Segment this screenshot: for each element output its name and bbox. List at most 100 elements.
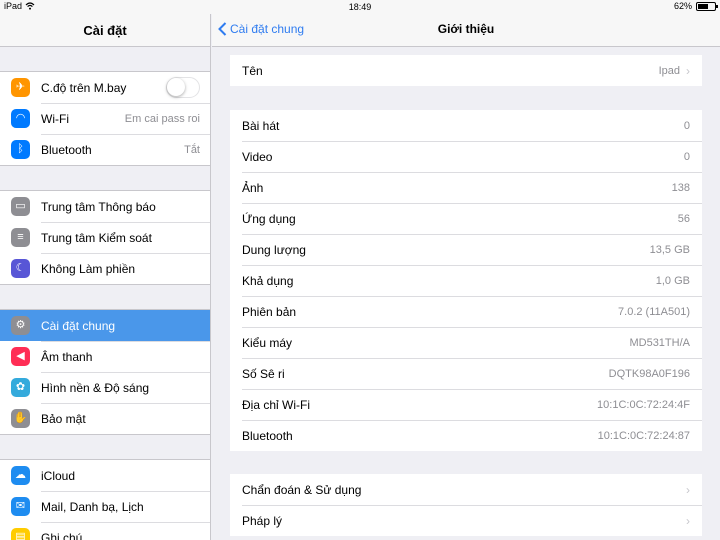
- page-title: Giới thiệu: [437, 22, 495, 36]
- sidebar-item-label: Wi-Fi: [41, 111, 69, 126]
- info-row: Dung lượng 13,5 GB: [230, 234, 702, 265]
- info-row: Ảnh 138: [230, 172, 702, 203]
- info-group: Bài hát 0 Video 0 Ảnh 138 Ứng dụng 56 Dung lượng…: [230, 110, 702, 451]
- sidebar-item-label: Hình nền & Độ sáng: [41, 380, 150, 395]
- sidebar-item[interactable]: ᛒ Bluetooth Tắt: [0, 134, 210, 165]
- info-label: Bluetooth: [242, 428, 293, 443]
- sidebar-item[interactable]: ✋ Bảo mật: [0, 403, 210, 434]
- sidebar-item[interactable]: ⚙ Cài đặt chung: [0, 310, 210, 341]
- info-row: Video 0: [230, 141, 702, 172]
- bluetooth-icon: ᛒ: [11, 140, 30, 159]
- name-group: Tên Ipad ›: [230, 55, 702, 86]
- link-label: Chẩn đoán & Sử dụng: [242, 482, 362, 497]
- sidebar-item[interactable]: ◀ Âm thanh: [0, 341, 210, 372]
- status-bar: iPad 18:49 62%: [0, 0, 720, 14]
- link-row[interactable]: Chẩn đoán & Sử dụng ›: [230, 474, 702, 505]
- sidebar-item-label: iCloud: [41, 468, 76, 483]
- info-label: Khả dụng: [242, 273, 294, 288]
- sidebar-item-label: Trung tâm Thông báo: [41, 199, 156, 214]
- chevron-right-icon: ›: [686, 513, 690, 528]
- info-value: MD531TH/A: [629, 336, 690, 349]
- sidebar-group: ☁ iCloud ✉ Mail, Danh bạ, Lịch ▤ Ghi chú: [0, 459, 210, 540]
- status-time: 18:49: [348, 2, 372, 12]
- info-value: 10:1C:0C:72:24:4F: [597, 398, 690, 411]
- info-row: Địa chỉ Wi-Fi 10:1C:0C:72:24:4F: [230, 389, 702, 420]
- info-row: Bài hát 0: [230, 110, 702, 141]
- notes-icon: ▤: [11, 528, 30, 540]
- sidebar-item[interactable]: ✉ Mail, Danh bạ, Lịch: [0, 491, 210, 522]
- battery-icon: [696, 1, 718, 11]
- nav-bar: Cài đặt chung Giới thiệu: [212, 14, 720, 47]
- sidebar-group: ⚙ Cài đặt chung ◀ Âm thanh ✿ Hình nền & Độ sá…: [0, 309, 210, 435]
- info-label: Kiểu máy: [242, 335, 293, 350]
- chevron-right-icon: ›: [686, 63, 690, 78]
- sidebar-item-label: Bluetooth: [41, 142, 92, 157]
- info-row: Bluetooth 10:1C:0C:72:24:87: [230, 420, 702, 451]
- info-value: 10:1C:0C:72:24:87: [597, 429, 690, 442]
- gear-icon: ⚙: [11, 316, 30, 335]
- info-value: 138: [671, 181, 690, 194]
- sidebar-item-label: Mail, Danh bạ, Lịch: [41, 499, 144, 514]
- info-label: Số Sê ri: [242, 366, 285, 381]
- info-label: Bài hát: [242, 118, 280, 133]
- info-value: 0: [683, 150, 690, 163]
- sidebar-item-label: Âm thanh: [41, 349, 93, 364]
- info-value: DQTK98A0F196: [608, 367, 690, 380]
- info-row: Phiên bản 7.0.2 (11A501): [230, 296, 702, 327]
- wifi-icon: ◠: [11, 109, 30, 128]
- info-value: 1,0 GB: [655, 274, 690, 287]
- battery-level: [698, 3, 708, 9]
- sidebar-group: ▭ Trung tâm Thông báo ≡ Trung tâm Kiểm soát…: [0, 190, 210, 285]
- info-value: 7.0.2 (11A501): [618, 305, 690, 318]
- sidebar-item[interactable]: ✿ Hình nền & Độ sáng: [0, 372, 210, 403]
- sidebar-item-value: Tắt: [184, 143, 200, 156]
- moon-icon: ☾: [11, 259, 30, 278]
- sidebar-item-label: Bảo mật: [41, 411, 86, 426]
- airplane-icon: ✈: [11, 78, 30, 97]
- sidebar-group: ✈ C.độ trên M.bay ◠ Wi-Fi Em cai pass roi ᛒ Bl…: [0, 71, 210, 166]
- toggle-knob: [167, 78, 185, 96]
- sidebar-item[interactable]: ▤ Ghi chú: [0, 522, 210, 540]
- info-label: Video: [242, 149, 273, 164]
- info-label: Ứng dụng: [242, 211, 296, 226]
- info-row: Kiểu máy MD531TH/A: [230, 327, 702, 358]
- sidebar-groups: ✈ C.độ trên M.bay ◠ Wi-Fi Em cai pass roi ᛒ Bl…: [0, 47, 210, 540]
- chevron-right-icon: ›: [686, 482, 690, 497]
- info-label: Địa chỉ Wi-Fi: [242, 397, 310, 412]
- name-label: Tên: [242, 63, 263, 78]
- link-row[interactable]: Pháp lý ›: [230, 505, 702, 536]
- info-value: 56: [677, 212, 690, 225]
- sidebar-item[interactable]: ▭ Trung tâm Thông báo: [0, 191, 210, 222]
- info-row: Ứng dụng 56: [230, 203, 702, 234]
- sidebar-item[interactable]: ✈ C.độ trên M.bay: [0, 72, 210, 103]
- sidebar-item-value: Em cai pass roi: [124, 112, 200, 125]
- link-label: Pháp lý: [242, 513, 283, 528]
- control-center-icon: ≡: [11, 228, 30, 247]
- sidebar-item-label: Không Làm phiền: [41, 261, 136, 276]
- sidebar-title: Cài đặt: [0, 14, 210, 47]
- battery-percent: 62%: [673, 1, 692, 11]
- speaker-icon: ◀: [11, 347, 30, 366]
- name-row[interactable]: Tên Ipad ›: [230, 55, 702, 86]
- name-value: Ipad: [658, 64, 680, 77]
- hand-icon: ✋: [11, 409, 30, 428]
- flower-icon: ✿: [11, 378, 30, 397]
- sidebar-item-label: C.độ trên M.bay: [41, 80, 127, 95]
- info-label: Phiên bản: [242, 304, 297, 319]
- sidebar-item[interactable]: ☁ iCloud: [0, 460, 210, 491]
- sidebar-item[interactable]: ☾ Không Làm phiền: [0, 253, 210, 284]
- sidebar-item-label: Trung tâm Kiểm soát: [41, 230, 152, 245]
- sidebar-item[interactable]: ≡ Trung tâm Kiểm soát: [0, 222, 210, 253]
- mail-icon: ✉: [11, 497, 30, 516]
- status-right: 62%: [673, 1, 718, 11]
- notification-center-icon: ▭: [11, 197, 30, 216]
- cloud-icon: ☁: [11, 466, 30, 485]
- sidebar-item[interactable]: ◠ Wi-Fi Em cai pass roi: [0, 103, 210, 134]
- info-label: Ảnh: [242, 180, 264, 195]
- sidebar-item-label: Cài đặt chung: [41, 318, 116, 333]
- airplane-mode-toggle[interactable]: [166, 77, 200, 98]
